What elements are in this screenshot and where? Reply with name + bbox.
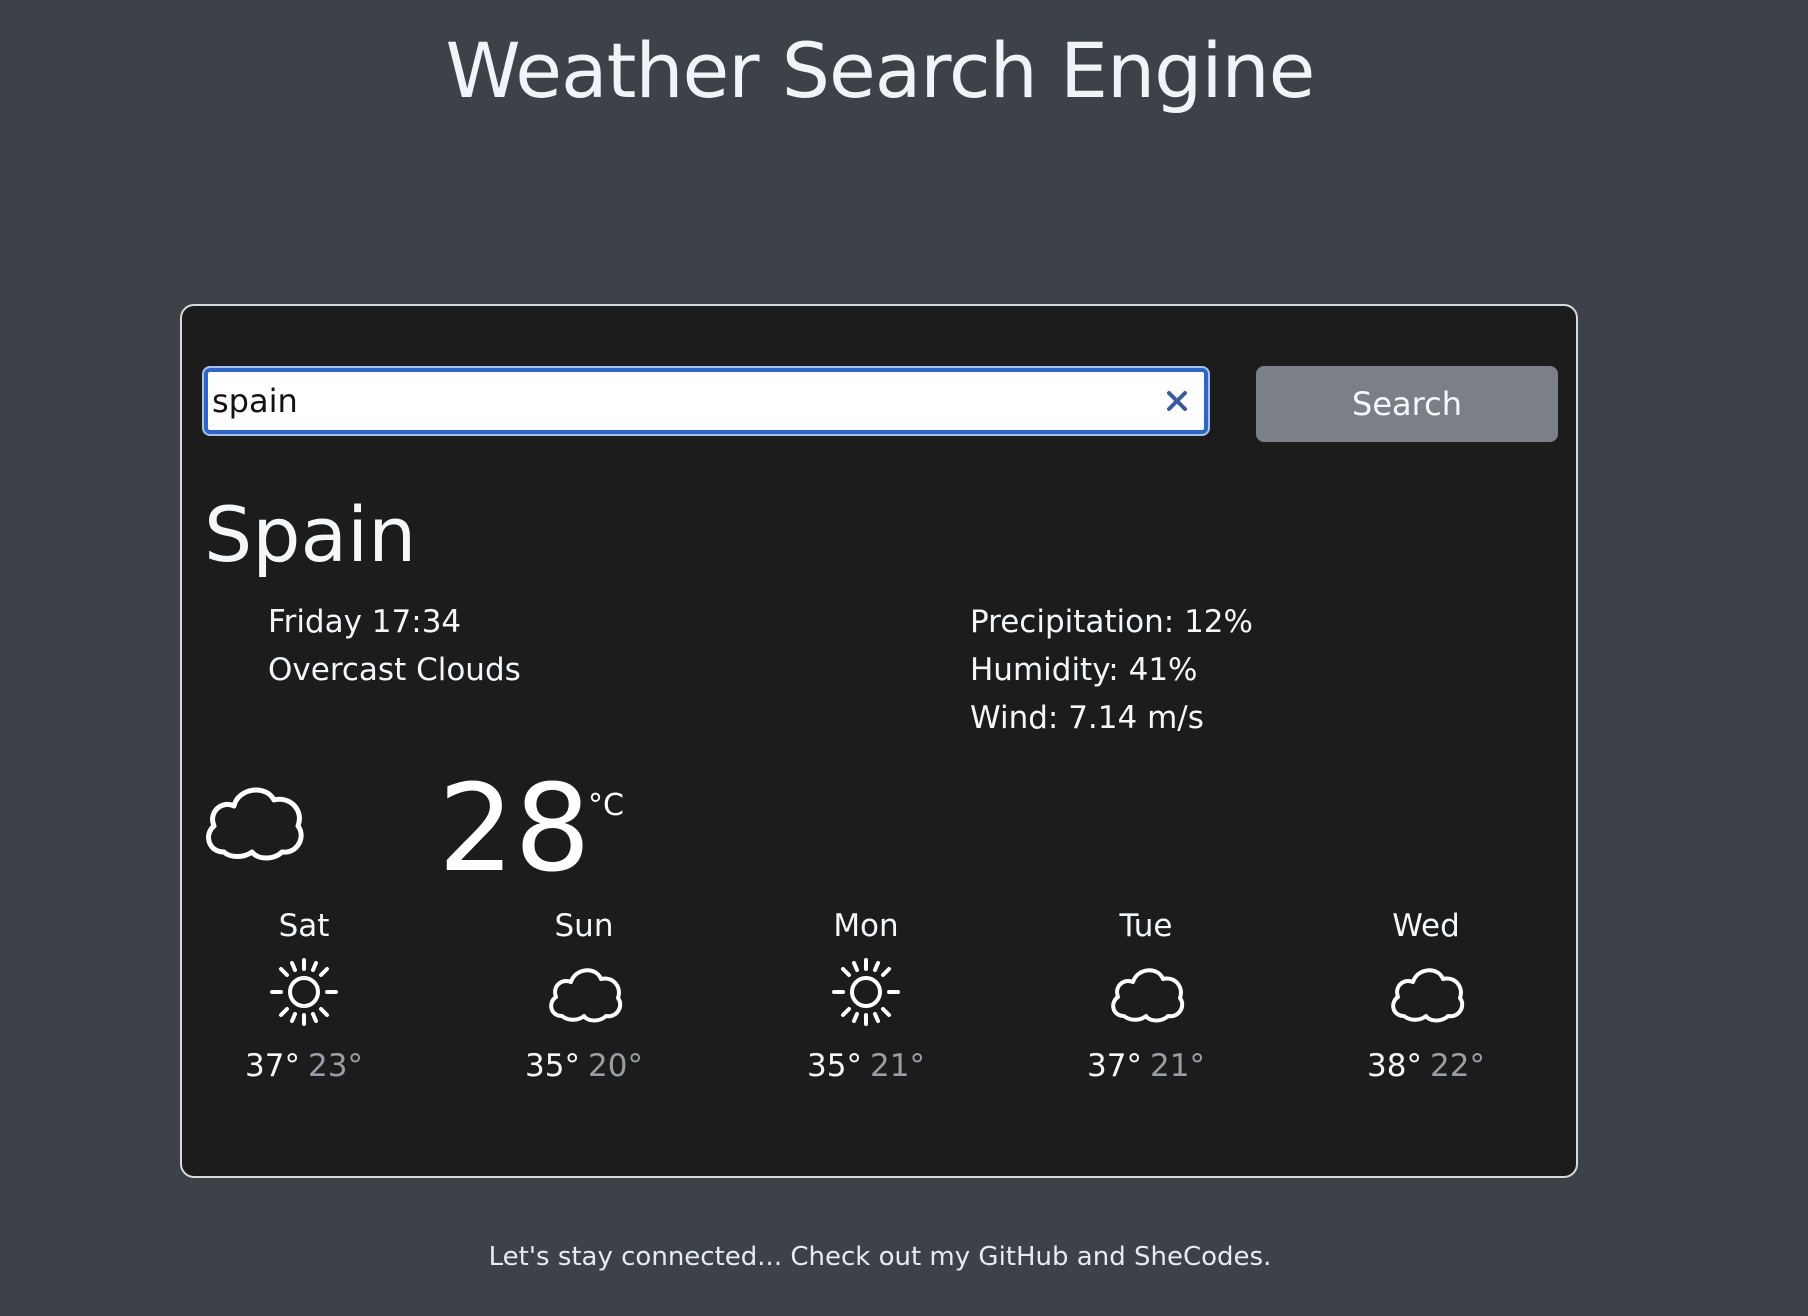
weather-card: Search Spain Friday 17:34 Overcast Cloud… <box>180 304 1578 1178</box>
forecast-min-temp: 21° <box>870 1048 925 1084</box>
forecast-temps: 35° 21° <box>766 1048 966 1084</box>
sun-icon <box>832 958 900 1026</box>
precipitation: Precipitation: 12% <box>970 604 1253 640</box>
forecast-max-temp: 37° <box>245 1048 300 1084</box>
forecast: Sat 37° 23° Sun 35° 20° Mon 35° 21° Tue … <box>204 904 1604 1104</box>
cloud-icon <box>549 968 623 1023</box>
wind: Wind: 7.14 m/s <box>970 700 1204 736</box>
forecast-day: Wed 38° 22° <box>1326 904 1526 1084</box>
shecodes-link[interactable]: SheCodes <box>1134 1242 1263 1272</box>
forecast-day-name: Tue <box>1119 908 1173 944</box>
forecast-min-temp: 23° <box>308 1048 363 1084</box>
date-time: Friday 17:34 <box>268 604 462 640</box>
cloud-icon <box>206 787 304 861</box>
forecast-temps: 38° 22° <box>1326 1048 1526 1084</box>
search-button[interactable]: Search <box>1256 366 1558 442</box>
forecast-day: Sat 37° 23° <box>204 904 404 1084</box>
footer-middle: and <box>1068 1242 1134 1272</box>
forecast-day: Mon 35° 21° <box>766 904 966 1084</box>
footer: Let's stay connected... Check out my Git… <box>0 1242 1760 1272</box>
forecast-day: Sun 35° 20° <box>484 904 684 1084</box>
weather-stats: Precipitation: 12% Humidity: 41% Wind: 7… <box>970 598 1253 742</box>
temperature-unit: °C <box>588 788 624 823</box>
page-title: Weather Search Engine <box>445 26 1316 115</box>
close-icon[interactable] <box>1160 384 1194 418</box>
forecast-day-name: Sun <box>554 908 614 944</box>
footer-prefix: Let's stay connected... Check out my <box>488 1242 979 1272</box>
forecast-day-name: Mon <box>833 908 899 944</box>
humidity: Humidity: 41% <box>970 652 1198 688</box>
forecast-temps: 35° 20° <box>484 1048 684 1084</box>
forecast-min-temp: 21° <box>1150 1048 1205 1084</box>
search-input[interactable] <box>212 372 1132 430</box>
forecast-max-temp: 38° <box>1367 1048 1422 1084</box>
cloud-icon <box>1111 968 1185 1023</box>
forecast-min-temp: 22° <box>1430 1048 1485 1084</box>
weather-description: Overcast Clouds <box>268 652 521 688</box>
search-box[interactable] <box>204 368 1208 434</box>
forecast-min-temp: 20° <box>588 1048 643 1084</box>
sun-icon <box>270 958 338 1026</box>
current-details: Friday 17:34 Overcast Clouds <box>268 598 521 694</box>
forecast-max-temp: 37° <box>1087 1048 1142 1084</box>
footer-suffix: . <box>1263 1242 1272 1272</box>
city-name: Spain <box>204 490 417 579</box>
forecast-max-temp: 35° <box>525 1048 580 1084</box>
cloud-icon <box>1391 968 1465 1023</box>
forecast-max-temp: 35° <box>807 1048 862 1084</box>
current-temperature: 28 <box>438 760 591 899</box>
forecast-day-name: Sat <box>278 908 330 944</box>
github-link[interactable]: GitHub <box>978 1242 1068 1272</box>
forecast-temps: 37° 21° <box>1046 1048 1246 1084</box>
forecast-temps: 37° 23° <box>204 1048 404 1084</box>
forecast-day-name: Wed <box>1392 908 1460 944</box>
forecast-day: Tue 37° 21° <box>1046 904 1246 1084</box>
